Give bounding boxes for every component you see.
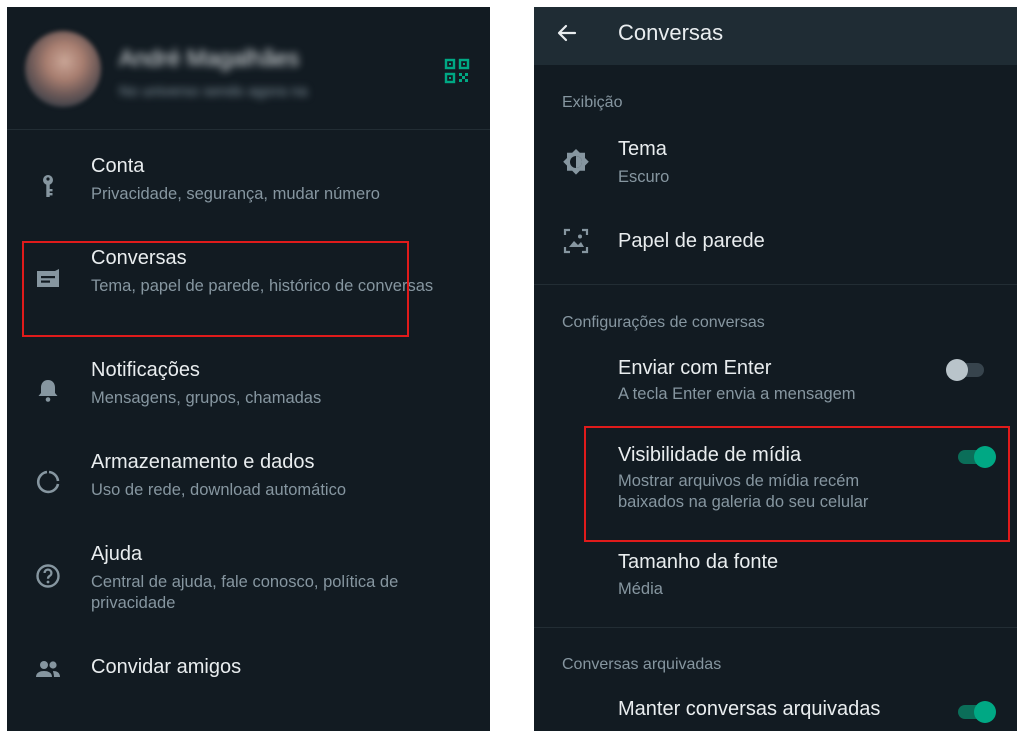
setting-value: Média [618, 580, 663, 598]
menu-item-notifications[interactable]: Notificações Mensagens, grupos, chamadas [7, 352, 490, 432]
setting-theme[interactable]: Tema Escuro [534, 129, 1017, 195]
arrow-back-icon[interactable] [555, 21, 579, 45]
setting-title: Tamanho da fonte [618, 551, 779, 573]
menu-item-subtitle: Mensagens, grupos, chamadas [91, 389, 322, 407]
chat-icon [37, 269, 59, 287]
setting-subtitle: Mostrar arquivos de mídia recém baixados… [618, 472, 869, 511]
section-header-display: Exibição [562, 94, 623, 111]
bell-icon [38, 380, 58, 402]
section-header-archived: Conversas arquivadas [562, 656, 722, 673]
setting-title: Visibilidade de mídia [618, 444, 802, 466]
section-header-chat-settings: Configurações de conversas [562, 314, 765, 331]
setting-title: Papel de parede [618, 230, 765, 252]
divider [534, 627, 1017, 628]
menu-item-title: Ajuda [91, 543, 143, 565]
app-bar: Conversas [534, 7, 1017, 65]
qr-code-icon[interactable] [444, 58, 470, 84]
people-icon [36, 661, 60, 677]
menu-item-subtitle: Privacidade, segurança, mudar número [91, 185, 380, 203]
profile-status: No universo sendo agora na [119, 83, 308, 100]
avatar[interactable] [25, 31, 101, 107]
menu-item-invite[interactable]: Convidar amigos [7, 647, 490, 717]
divider [534, 284, 1017, 285]
media-visibility-toggle[interactable] [956, 444, 996, 468]
setting-value: Escuro [618, 168, 670, 186]
setting-title: Enviar com Enter [618, 357, 772, 379]
chat-settings-panel: Conversas Exibição Tema Escuro Papel de … [534, 7, 1017, 731]
setting-enter-send[interactable]: Enviar com Enter A tecla Enter envia a m… [534, 352, 1017, 412]
menu-item-title: Conversas [91, 247, 187, 269]
key-icon [43, 175, 53, 197]
menu-item-subtitle: Tema, papel de parede, histórico de conv… [91, 277, 434, 295]
menu-item-chats[interactable]: Conversas Tema, papel de parede, históri… [7, 239, 490, 339]
setting-wallpaper[interactable]: Papel de parede [534, 219, 1017, 271]
menu-item-subtitle: Uso de rede, download automático [91, 481, 346, 499]
menu-item-title: Armazenamento e dados [91, 451, 315, 473]
wallpaper-icon [563, 228, 589, 254]
keep-archived-toggle[interactable] [956, 699, 996, 723]
setting-subtitle: A tecla Enter envia a mensagem [618, 385, 856, 403]
menu-item-subtitle: Central de ajuda, fale conosco, política… [91, 573, 399, 612]
profile-header[interactable]: André Magalhães No universo sendo agora … [7, 7, 490, 129]
menu-item-storage[interactable]: Armazenamento e dados Uso de rede, downl… [7, 444, 490, 524]
settings-menu-panel: André Magalhães No universo sendo agora … [7, 7, 490, 731]
enter-send-toggle[interactable] [946, 357, 986, 381]
profile-name: André Magalhães [119, 45, 300, 71]
setting-font-size[interactable]: Tamanho da fonte Média [534, 547, 1017, 607]
data-usage-icon [36, 470, 60, 494]
divider [7, 129, 490, 130]
brightness-icon [563, 149, 589, 175]
setting-keep-archived[interactable]: Manter conversas arquivadas [534, 695, 1017, 731]
menu-item-account[interactable]: Conta Privacidade, segurança, mudar núme… [7, 147, 490, 227]
page-title: Conversas [618, 20, 724, 45]
menu-item-title: Notificações [91, 359, 200, 381]
help-icon [36, 564, 60, 588]
setting-media-visibility[interactable]: Visibilidade de mídia Mostrar arquivos d… [534, 440, 1017, 520]
setting-title: Tema [618, 138, 667, 160]
menu-item-title: Conta [91, 155, 145, 177]
menu-item-help[interactable]: Ajuda Central de ajuda, fale conosco, po… [7, 536, 490, 636]
setting-title: Manter conversas arquivadas [618, 698, 881, 720]
menu-item-title: Convidar amigos [91, 656, 242, 678]
